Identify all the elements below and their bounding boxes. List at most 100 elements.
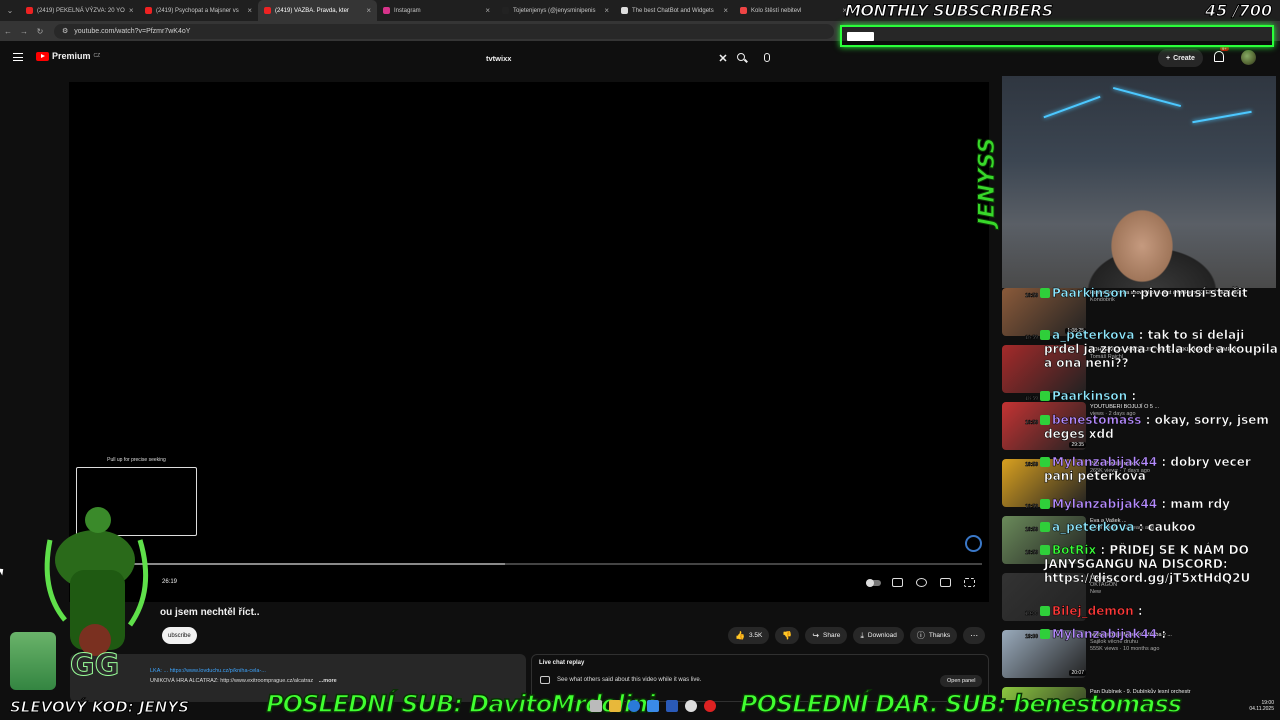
file-explorer-icon[interactable] (609, 700, 621, 712)
back-icon[interactable]: ← (0, 27, 16, 36)
search-box[interactable]: tvtwixx ✕ (478, 48, 776, 68)
browser-tab[interactable]: The best ChatBot and Widgets × (615, 0, 734, 21)
clear-search-icon[interactable]: ✕ (714, 52, 732, 65)
chat-text: : pivo musí stačit (1131, 286, 1248, 301)
youtube-logo[interactable]: Premium CZ (36, 51, 100, 61)
tab-list-icon[interactable]: ⌄ (0, 6, 20, 15)
action-label: Thanks (928, 632, 951, 639)
miniplayer-icon[interactable] (940, 578, 951, 587)
chat-badge-icon (1040, 499, 1050, 509)
chat-message: 18:59 BotRix : PŘIDEJ SE K NÁM DO JANYSGAN… (1002, 543, 1251, 586)
hamburger-menu-icon[interactable] (13, 53, 23, 61)
browser-tab[interactable]: (2419) PEKELNÁ VÝZVA: 20 YO × (20, 0, 139, 21)
close-tab-icon[interactable]: × (366, 6, 371, 15)
chat-badge-icon (1040, 606, 1050, 616)
browser-tab-bar: ⌄ (2419) PEKELNÁ VÝZVA: 20 YO × (2419) Psy… (0, 0, 1280, 21)
chat-username: a_peterkova (1052, 520, 1135, 535)
site-info-icon[interactable]: ⚙ (62, 27, 68, 35)
open-panel-button[interactable]: Open panel (940, 675, 983, 687)
close-tab-icon[interactable]: × (485, 6, 490, 15)
action-label: Share (823, 632, 841, 639)
more-button[interactable]: ⋯ (963, 627, 986, 644)
plus-icon: + (1166, 54, 1171, 62)
chat-message: 19:00 Bilej_demon : (1002, 604, 1143, 619)
chat-text-continued: https://discord.gg/jT5xtHdQ2U (1044, 571, 1251, 586)
taskview-icon[interactable] (590, 700, 602, 712)
video-player[interactable] (69, 82, 989, 602)
description-line-2: UNIKOVÁ HRA ALCATRAZ: http://www.exitroo… (150, 678, 337, 684)
close-tab-icon[interactable]: × (723, 6, 728, 15)
notifications-bell-icon[interactable]: 9+ (1214, 46, 1229, 62)
thanks-icon: ⓘ (916, 631, 925, 640)
side-logo: JENYSS (975, 137, 1001, 227)
chat-username: Mylanzabijak44 (1052, 497, 1158, 512)
browser-tab[interactable]: (2419) VAZBA. Pravda, kter × (258, 0, 377, 21)
neon-light (1043, 95, 1101, 119)
close-tab-icon[interactable]: × (247, 6, 252, 15)
chat-time: 18:59 (1025, 396, 1038, 403)
promo-code-text: SLEVOVÝ KOD: JENYS (10, 698, 190, 717)
close-tab-icon[interactable]: × (129, 6, 134, 15)
action-label: Download (867, 632, 897, 639)
video-title: ou jsem nechtěl říct.. (160, 607, 260, 618)
account-avatar[interactable] (1241, 50, 1256, 65)
chat-time: 18:59 (1025, 335, 1038, 342)
tab-title: Kolo štěstí nebitevl (751, 7, 802, 14)
chat-time: 18:59 (1025, 420, 1038, 427)
opera-icon[interactable] (704, 700, 716, 712)
fullscreen-icon[interactable] (964, 578, 975, 587)
chat-text-continued: prdel ja zrovna chtla kod a koupila krav… (1044, 342, 1280, 357)
url-field[interactable]: ⚙ youtube.com/watch?v=Pfzmr7wK4oY (54, 23, 834, 39)
share-icon: ↪ (812, 631, 820, 640)
neon-light (1112, 86, 1182, 108)
browser-tab[interactable]: Instagram × (377, 0, 496, 21)
search-input[interactable]: tvtwixx (478, 54, 714, 63)
dislike-button[interactable]: 👎 (775, 627, 800, 644)
edge-icon[interactable] (628, 700, 640, 712)
thanks-button[interactable]: ⓘ Thanks (909, 627, 958, 644)
subs-goal-fill (847, 32, 875, 41)
browser-tab[interactable]: Tojetenjenys (@jenysminipenis × (496, 0, 615, 21)
dislike-icon: 👎 (782, 631, 793, 640)
download-button[interactable]: ⤓ Download (853, 627, 904, 644)
chat-username: Paarkinson (1052, 389, 1128, 404)
progress-bar[interactable] (82, 563, 982, 565)
chat-time: 18:59 (1025, 550, 1038, 557)
chat-time: 19:00 (1025, 634, 1038, 641)
chat-time: 18:59 (1025, 462, 1038, 469)
monthly-subs-label: MONTHLY SUBSCRIBERS (845, 1, 1054, 21)
browser-tab[interactable]: (2419) Psychopat a Majsner vs × (139, 0, 258, 21)
browser-tab[interactable]: Kolo štěstí nebitevl × (734, 0, 853, 21)
channel-watermark-icon[interactable] (965, 535, 982, 552)
share-button[interactable]: ↪ Share (805, 627, 848, 644)
url-text: youtube.com/watch?v=Pfzmr7wK4oY (74, 27, 191, 35)
create-button[interactable]: + Create (1158, 49, 1203, 67)
settings-gear-icon[interactable] (916, 578, 927, 587)
autoplay-toggle[interactable] (866, 579, 881, 587)
neon-light (1192, 110, 1252, 124)
search-icon[interactable] (732, 48, 752, 68)
chat-text: : (1131, 389, 1137, 404)
chrome-icon[interactable] (685, 700, 697, 712)
chat-text: : (1161, 627, 1167, 642)
subscribe-button[interactable]: ubscribe (162, 627, 197, 644)
video-actions: 👍 3.5K 👎 ↪ Share ⤓ Download ⓘ Thanks ⋯ (728, 627, 986, 644)
mail-icon[interactable] (666, 700, 678, 712)
store-icon[interactable] (647, 700, 659, 712)
voice-search-icon[interactable] (756, 48, 776, 68)
system-tray-clock[interactable]: 19:00 04.11.2025 (1180, 700, 1274, 712)
streamer-webcam (1002, 76, 1276, 288)
close-tab-icon[interactable]: × (604, 6, 609, 15)
clock-date: 04.11.2025 (1249, 706, 1274, 712)
like-button[interactable]: 👍 3.5K (728, 627, 770, 644)
more-icon: ⋯ (970, 631, 979, 640)
chat-username: Paarkinson (1052, 286, 1128, 301)
chat-username: Mylanzabijak44 (1052, 627, 1158, 642)
chat-text-continued: a ona neni?? (1044, 356, 1129, 371)
forward-icon[interactable]: → (16, 27, 32, 36)
reload-icon[interactable]: ↻ (32, 27, 48, 36)
last-gift-sub-text: POSLEDNÍ DAR. SUB: benestomass (739, 689, 1183, 719)
description-more-link[interactable]: ...more (319, 678, 337, 684)
subtitles-icon[interactable] (892, 578, 903, 587)
video-duration: 20:07 (1069, 670, 1086, 676)
